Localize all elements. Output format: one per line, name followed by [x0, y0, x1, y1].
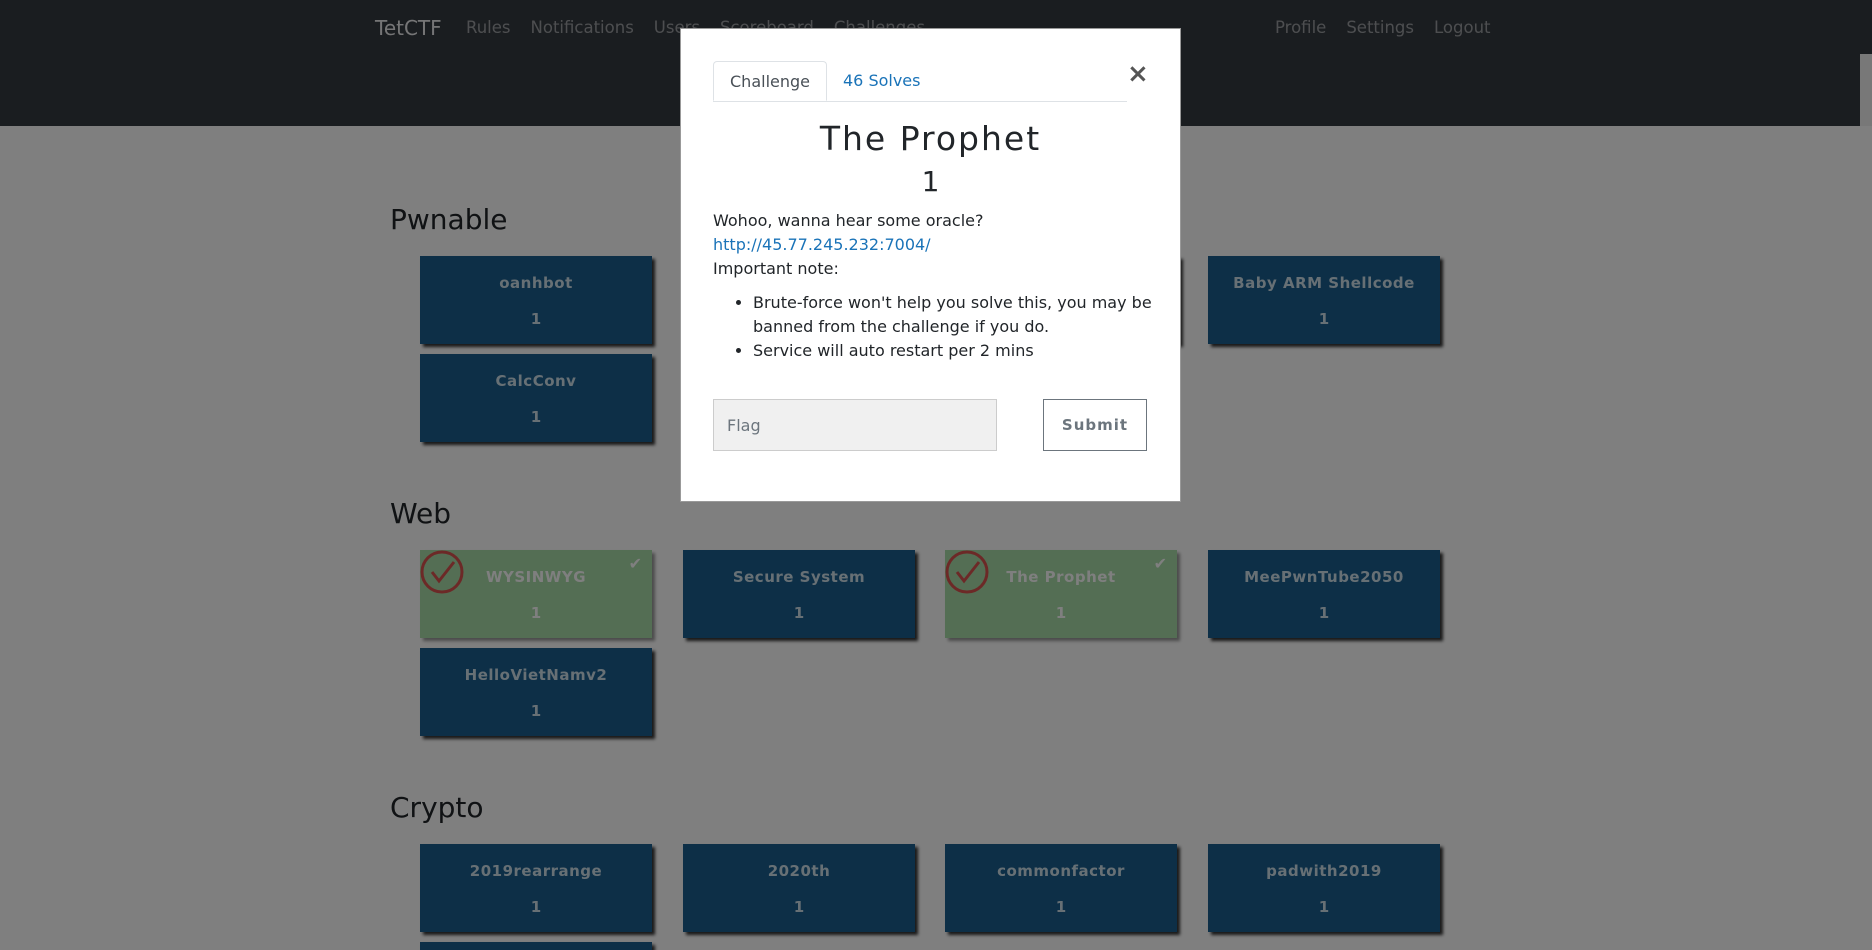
note-item: Brute-force won't help you solve this, y… [753, 291, 1153, 339]
close-icon[interactable]: × [1127, 59, 1149, 89]
challenge-description: Wohoo, wanna hear some oracle? http://45… [713, 209, 1153, 363]
challenge-points: 1 [921, 165, 940, 198]
note-item: Service will auto restart per 2 mins [753, 339, 1153, 363]
challenge-link[interactable]: http://45.77.245.232:7004/ [713, 235, 931, 254]
challenge-title: The Prophet [819, 119, 1042, 158]
submit-button[interactable]: Submit [1043, 399, 1147, 451]
challenge-modal: Challenge 46 Solves × The Prophet 1 Woho… [680, 28, 1181, 502]
flag-input[interactable] [713, 399, 997, 451]
notes-list: Brute-force won't help you solve this, y… [713, 291, 1153, 363]
tab-solves[interactable]: 46 Solves [827, 61, 936, 101]
tab-challenge[interactable]: Challenge [713, 61, 827, 101]
modal-tabs: Challenge 46 Solves [713, 61, 1127, 102]
description-intro: Wohoo, wanna hear some oracle? [713, 211, 984, 230]
note-heading: Important note: [713, 259, 839, 278]
